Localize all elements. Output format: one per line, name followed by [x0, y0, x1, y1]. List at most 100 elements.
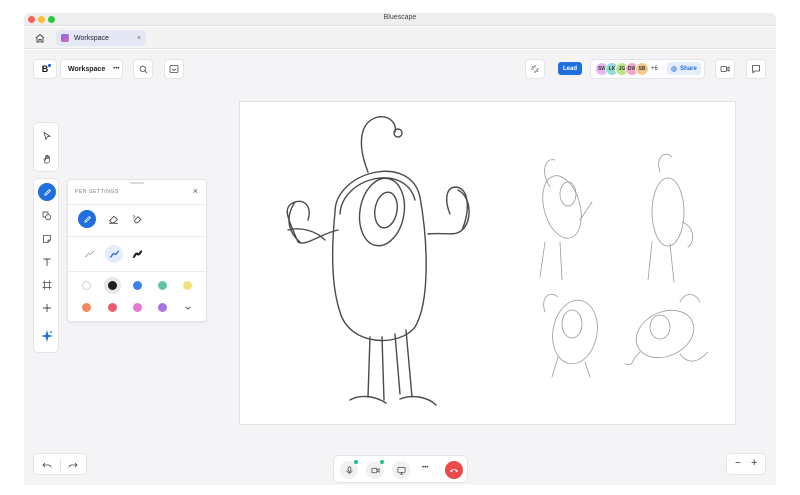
camera-status-dot [380, 460, 384, 464]
video-icon [371, 467, 379, 473]
pan-tool[interactable] [36, 148, 58, 170]
add-tool[interactable] [36, 297, 58, 319]
drag-handle[interactable] [130, 182, 144, 184]
chevron-down-icon[interactable] [184, 304, 192, 312]
redo-icon [68, 462, 78, 468]
undo-button[interactable] [36, 454, 58, 476]
color-swatch-orange[interactable] [82, 303, 91, 312]
window-title: Bluescape [383, 14, 417, 21]
canvas-board[interactable] [240, 102, 735, 424]
close-icon[interactable]: × [193, 186, 198, 196]
present-button[interactable] [164, 59, 184, 79]
search-button[interactable] [133, 59, 153, 79]
chat-icon [752, 65, 760, 74]
share-button[interactable]: Share [667, 62, 701, 75]
board-icon [169, 65, 179, 73]
color-swatch-pink[interactable] [133, 303, 142, 312]
zoom-in-button[interactable]: + [751, 457, 757, 469]
home-button[interactable] [32, 30, 48, 46]
shapes-icon [42, 211, 52, 221]
tab-close-button[interactable]: × [137, 35, 141, 42]
pen-settings-panel: PEN SETTINGS × [67, 179, 207, 322]
lead-button[interactable]: Lead [558, 62, 582, 75]
pen-mode-button[interactable] [78, 210, 96, 228]
select-tool[interactable] [36, 125, 58, 147]
eraser-button[interactable] [102, 208, 124, 230]
color-swatch-red[interactable] [108, 303, 117, 312]
tab-label: Workspace [74, 34, 109, 42]
search-icon [139, 65, 147, 73]
screen-share-button[interactable] [392, 461, 410, 479]
call-controls: ••• [333, 455, 468, 483]
color-swatch-black[interactable] [108, 281, 117, 290]
share-label: Share [680, 65, 697, 72]
tab-workspace[interactable]: Workspace × [56, 30, 146, 46]
eraser-icon [108, 215, 118, 224]
thick-stroke-icon [131, 249, 142, 258]
character-sketch [286, 116, 709, 406]
redo-button[interactable] [62, 454, 84, 476]
hang-up-icon [450, 469, 458, 473]
creation-tools [33, 178, 59, 353]
follow-button[interactable] [525, 59, 545, 79]
call-more-button[interactable]: ••• [422, 465, 428, 471]
end-call-button[interactable] [445, 461, 463, 479]
avatar[interactable]: SB [635, 62, 649, 76]
window-titlebar: Bluescape [24, 13, 776, 26]
tab-bar: Workspace × [24, 27, 776, 49]
stroke-medium-button[interactable] [103, 243, 125, 265]
color-swatch-yellow[interactable] [183, 281, 192, 290]
plus-icon [43, 304, 51, 312]
color-swatch-white[interactable] [82, 281, 91, 290]
stroke-thick-button[interactable] [126, 243, 148, 265]
screen-share-icon [397, 466, 405, 474]
history-controls [33, 453, 87, 475]
workspace-name: Workspace [68, 65, 106, 73]
mic-status-dot [354, 460, 358, 464]
home-icon [35, 33, 45, 43]
pen-tool[interactable] [38, 183, 56, 201]
color-swatch-teal[interactable] [158, 281, 167, 290]
lasso-eraser-button[interactable] [126, 208, 148, 230]
ai-assistant-tool[interactable] [36, 325, 58, 347]
navigation-tools [33, 122, 59, 172]
workspace-menu[interactable]: Workspace ••• [60, 59, 123, 79]
more-participants-count[interactable]: +6 [651, 66, 658, 72]
medium-stroke-icon [109, 250, 119, 257]
lasso-eraser-icon [132, 214, 141, 223]
stroke-thin-button[interactable] [78, 243, 100, 265]
text-icon [43, 258, 51, 266]
thin-stroke-icon [84, 250, 94, 257]
pen-icon [43, 188, 51, 196]
logo-button[interactable]: B [33, 59, 57, 79]
text-tool[interactable] [36, 251, 58, 273]
workspace-more-button[interactable]: ••• [113, 66, 119, 72]
logo-accent-icon [48, 64, 51, 67]
divider [60, 459, 61, 471]
pen-icon [83, 215, 91, 223]
zoom-out-button[interactable]: − [735, 458, 741, 469]
divider [68, 271, 206, 272]
shapes-tool[interactable] [36, 205, 58, 227]
divider [68, 236, 206, 237]
video-button[interactable] [715, 59, 735, 79]
cursor-icon [43, 131, 52, 141]
frame-icon [42, 280, 52, 290]
color-swatch-blue[interactable] [133, 281, 142, 290]
sparkle-icon [41, 330, 53, 342]
undo-icon [42, 462, 52, 468]
hand-icon [43, 154, 50, 164]
microphone-icon [345, 466, 353, 474]
frame-tool[interactable] [36, 274, 58, 296]
divider [68, 204, 206, 205]
workspace-tab-icon [61, 34, 69, 42]
chat-button[interactable] [746, 59, 766, 79]
crosshair-icon [531, 65, 539, 73]
color-swatch-purple[interactable] [158, 303, 167, 312]
zoom-controls: − + [726, 453, 766, 475]
globe-icon [671, 65, 677, 72]
sticky-note-tool[interactable] [36, 228, 58, 250]
pen-settings-title: PEN SETTINGS [75, 189, 119, 195]
sticky-note-icon [43, 235, 51, 243]
video-icon [720, 66, 730, 72]
